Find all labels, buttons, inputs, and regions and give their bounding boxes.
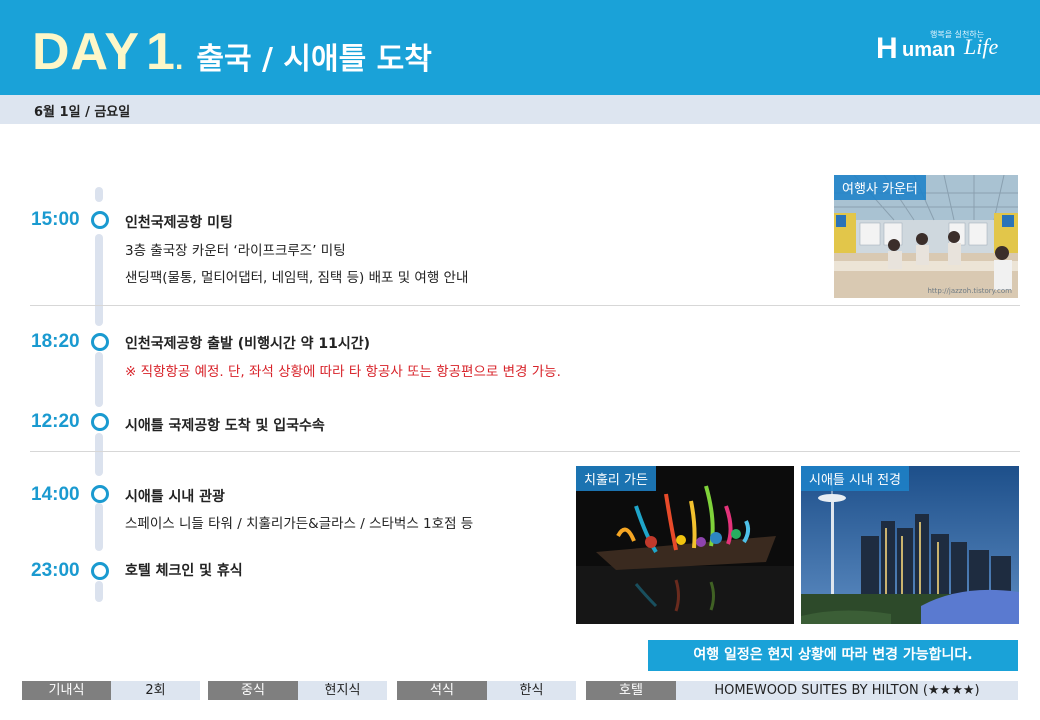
event-title: 인천국제공항 미팅: [125, 215, 233, 231]
footer-key-dinner: 석식: [397, 681, 487, 700]
footer-value-dinner: 한식: [487, 681, 576, 700]
event-title: 호텔 체크인 및 휴식: [125, 563, 243, 579]
photo-watermark: http://jazzoh.tistory.com: [927, 287, 1012, 295]
day-number: 1: [146, 23, 175, 81]
event-detail: 3층 출국장 카운터 ‘라이프크루즈’ 미팅: [125, 243, 346, 259]
footer-key-lunch: 중식: [208, 681, 298, 700]
divider: [30, 451, 1020, 452]
photo-label-chihuly: 치훌리 가든: [576, 466, 656, 491]
time-2300: 23:00: [31, 560, 80, 581]
event-title: 인천국제공항 출발 (비행시간 약 11시간): [125, 336, 370, 352]
day-subtitle: 출국 / 시애틀 도착: [196, 42, 432, 77]
time-1500: 15:00: [31, 209, 80, 230]
footer-value-hotel: HOMEWOOD SUITES BY HILTON (★★★★): [676, 681, 1018, 700]
event-detail: 스페이스 니들 타워 / 치훌리가든&글라스 / 스타벅스 1호점 등: [125, 516, 474, 532]
time-1220: 12:20: [31, 411, 80, 432]
event-warning: ※ 직항항공 예정. 단, 좌석 상황에 따라 타 항공사 또는 항공편으로 변…: [125, 364, 561, 380]
footer-key-inflight-meal: 기내식: [22, 681, 111, 700]
schedule-notice: 여행 일정은 현지 상황에 따라 변경 가능합니다.: [648, 640, 1018, 671]
timeline-dot: [91, 562, 109, 580]
footer-value-inflight-meal: 2회: [111, 681, 200, 700]
footer-value-lunch: 현지식: [298, 681, 387, 700]
chihuly-photo: 치훌리 가든: [576, 466, 794, 624]
header-banner: DAY 1. 출국 / 시애틀 도착 행복을 실천하는 H uman Life: [0, 0, 1040, 95]
logo-h: H: [876, 32, 898, 65]
day-dot: .: [174, 43, 184, 76]
humanlife-logo: 행복을 실천하는 H uman Life: [872, 26, 1022, 76]
time-1820: 18:20: [31, 331, 80, 352]
counter-photo: 여행사 카운터 http://jazzoh.tistory.com: [834, 175, 1018, 298]
timeline-dot: [91, 485, 109, 503]
photo-label-counter: 여행사 카운터: [834, 175, 926, 200]
footer-key-hotel: 호텔: [586, 681, 676, 700]
timeline-dot: [91, 211, 109, 229]
event-title: 시애틀 시내 관광: [125, 489, 225, 505]
date-text: 6월 1일 / 금요일: [34, 105, 131, 120]
logo-life: Life: [964, 34, 999, 59]
seattle-photo: 시애틀 시내 전경: [801, 466, 1019, 624]
photo-label-seattle: 시애틀 시내 전경: [801, 466, 909, 491]
time-1400: 14:00: [31, 484, 80, 505]
divider: [30, 305, 1020, 306]
day-label: DAY: [32, 23, 141, 81]
date-bar: 6월 1일 / 금요일: [0, 95, 1040, 124]
timeline-line: [95, 187, 103, 602]
event-detail: 샌딩팩(물통, 멀티어댑터, 네임택, 짐택 등) 배포 및 여행 안내: [125, 270, 469, 286]
page-title: DAY 1. 출국 / 시애틀 도착: [32, 22, 432, 82]
event-title: 시애틀 국제공항 도착 및 입국수속: [125, 418, 325, 434]
timeline-dot: [91, 333, 109, 351]
logo-uman: uman: [902, 39, 956, 61]
timeline-dot: [91, 413, 109, 431]
